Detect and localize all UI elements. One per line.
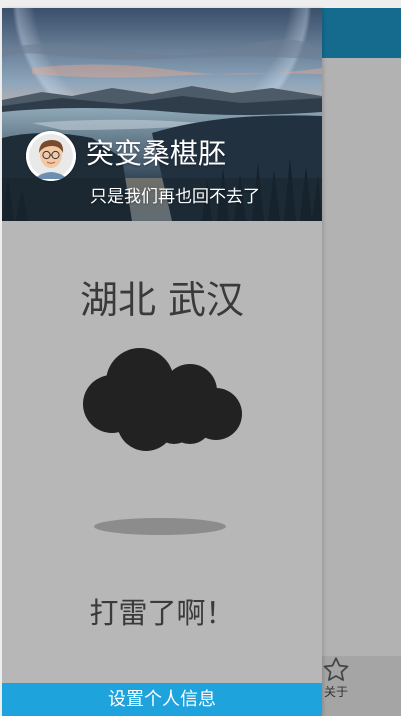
cloud-icon xyxy=(83,348,242,451)
bottom-nav-label-about: 关于 xyxy=(323,685,348,699)
bottom-nav-item-about[interactable]: 关于 xyxy=(318,653,354,708)
user-name: 突变桑椹胚 xyxy=(86,137,227,170)
avatar-image xyxy=(26,131,76,181)
star-icon xyxy=(323,657,349,681)
avatar[interactable] xyxy=(26,131,76,181)
user-signature: 只是我们再也回不去了 xyxy=(90,187,260,207)
cloud-shadow xyxy=(94,518,226,535)
weather-city: 湖北 武汉 xyxy=(79,278,245,322)
drawer-header: 突变桑椹胚 只是我们再也回不去了 xyxy=(2,8,322,221)
weather-description: 打雷了啊！ xyxy=(89,596,235,630)
settings-button[interactable]: 设置个人信息 xyxy=(2,683,322,716)
app-screen: 关于 突变桑椹胚 只是我们再也回不去了 湖北 武汉 打雷了啊！ 设置个人信息 xyxy=(0,0,401,716)
navigation-drawer: 突变桑椹胚 只是我们再也回不去了 湖北 武汉 打雷了啊！ 设置个人信息 xyxy=(2,8,322,716)
